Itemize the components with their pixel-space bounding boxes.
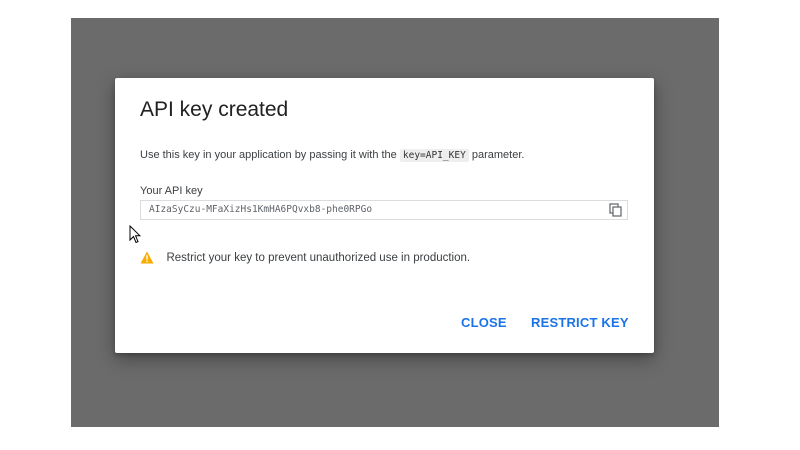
warning-icon xyxy=(140,251,154,264)
mouse-pointer-icon xyxy=(129,224,142,245)
api-key-parameter-code: key=API_KEY xyxy=(399,149,469,162)
api-key-label: Your API key xyxy=(140,185,203,197)
api-key-value[interactable]: AIzaSyCzu-MFaXizHs1KmHA6PQvxb8-phe0RPGo xyxy=(149,204,372,215)
api-key-field[interactable]: AIzaSyCzu-MFaXizHs1KmHA6PQvxb8-phe0RPGo xyxy=(140,200,628,220)
dialog-title: API key created xyxy=(140,98,289,121)
copy-icon[interactable] xyxy=(609,203,623,217)
warning-message: Restrict your key to prevent unauthorize… xyxy=(140,249,470,265)
description-prefix: Use this key in your application by pass… xyxy=(140,149,397,161)
warning-text: Restrict your key to prevent unauthorize… xyxy=(166,251,471,264)
restrict-key-button[interactable]: RESTRICT KEY xyxy=(531,315,629,330)
description-suffix: parameter. xyxy=(471,149,525,161)
close-button[interactable]: CLOSE xyxy=(461,315,507,330)
dialog-description: Use this key in your application by pass… xyxy=(140,149,525,162)
api-key-created-dialog: API key created Use this key in your app… xyxy=(115,78,654,353)
